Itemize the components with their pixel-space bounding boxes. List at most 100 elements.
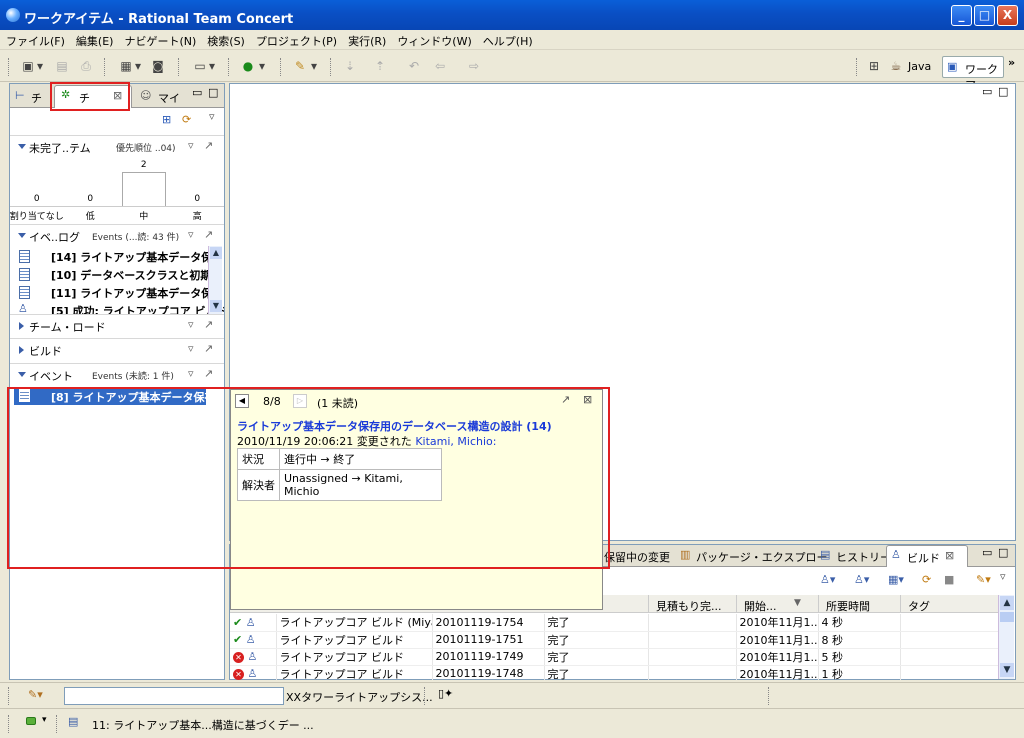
collapsed-icon[interactable] — [19, 322, 24, 330]
column-start[interactable]: 開始... — [744, 598, 777, 614]
stop-icon[interactable]: ■ — [944, 573, 954, 586]
tab-builds[interactable]: ♙ ビルド ⊠ — [886, 545, 968, 567]
table-row[interactable]: ✔ ♙ ライトアップコア ビルド 20101119-1751 完了 2010年1… — [230, 631, 998, 649]
table-row[interactable]: ✕ ♙ ライトアップコア ビルド 20101119-1749 完了 2010年1… — [230, 648, 998, 666]
scroll-down-icon[interactable]: ▼ — [210, 300, 222, 312]
new-workitem-icon[interactable]: ▯✦ — [438, 687, 453, 700]
expand-icon[interactable] — [18, 144, 26, 149]
column-duration[interactable]: 所要時間 — [826, 598, 870, 614]
list-item[interactable]: [10] データベースクラスと初期 — [10, 266, 211, 283]
pen-icon[interactable]: ✎ — [292, 58, 308, 74]
tab-pending-changes[interactable]: 保留中の変更 — [604, 549, 670, 565]
view-menu-icon[interactable]: ▿ — [209, 110, 215, 123]
quick-search-input[interactable] — [64, 687, 284, 705]
maximize-view-icon[interactable]: □ — [208, 86, 218, 99]
scroll-up-icon[interactable]: ▲ — [1000, 596, 1014, 610]
menu-window[interactable]: ウィンドウ(W) — [391, 30, 476, 49]
scroll-down-icon[interactable]: ▼ — [1000, 663, 1014, 677]
section-menu-icon[interactable]: ▿ — [188, 367, 194, 380]
connection-status-icon[interactable] — [26, 717, 36, 725]
section-event-log[interactable]: イベ..ログ Events (...読: 43 件) ▿ ↗ — [10, 224, 224, 246]
workitem-perspective-button[interactable]: ▣ ワークア — [942, 56, 1004, 92]
minimize-view-icon[interactable]: ▭ — [982, 546, 992, 559]
current-workitem-label[interactable]: 11: ライトアップ基本...構造に基づくデー ... — [92, 717, 314, 733]
collapsed-icon[interactable] — [19, 346, 24, 354]
request-build-icon[interactable]: ♙▾ — [820, 573, 835, 586]
view-menu-icon[interactable]: ▿ — [1000, 570, 1006, 583]
maximize-view-icon[interactable]: □ — [998, 546, 1008, 559]
chevron-down-icon[interactable]: ▾ — [36, 58, 44, 74]
chevron-down-icon[interactable]: ▾ — [42, 715, 47, 725]
build-table-scrollbar[interactable]: ▲ ▼ — [998, 595, 1014, 679]
next-annotation-icon[interactable]: ⇣ — [342, 58, 358, 74]
menu-project[interactable]: プロジェクト(P) — [250, 30, 342, 49]
camera-icon[interactable]: ◙ — [150, 58, 166, 74]
minimize-view-icon[interactable]: ▭ — [982, 85, 992, 98]
table-row[interactable]: ✔ ♙ ライトアップコア ビルド (Miyaz... 20101119-1754… — [230, 614, 998, 632]
more-perspectives[interactable]: » — [1008, 56, 1015, 69]
query-icon[interactable]: ▦▾ — [888, 573, 904, 586]
chevron-down-icon[interactable]: ▾ — [208, 58, 216, 74]
minimize-button[interactable]: _ — [951, 5, 972, 26]
menu-help[interactable]: ヘルプ(H) — [477, 30, 538, 49]
list-scrollbar[interactable]: ▲ ▼ — [208, 246, 222, 314]
close-tab-icon[interactable]: ⊠ — [945, 549, 954, 562]
scroll-thumb[interactable] — [1000, 612, 1014, 622]
forward-arrow-icon[interactable]: ⇨ — [466, 58, 482, 74]
pin-icon[interactable]: ✎▾ — [976, 573, 991, 586]
last-edit-icon[interactable]: ↶ — [406, 58, 422, 74]
expand-icon[interactable] — [18, 233, 26, 238]
new-icon[interactable]: ▣ — [20, 58, 36, 74]
chevron-down-icon[interactable]: ▾ — [258, 58, 266, 74]
section-open-icon[interactable]: ↗ — [204, 318, 213, 331]
menu-edit[interactable]: 編集(E) — [70, 30, 119, 49]
run-icon[interactable]: ● — [240, 58, 256, 74]
maximize-view-icon[interactable]: □ — [998, 85, 1008, 98]
maximize-button[interactable]: □ — [974, 5, 995, 26]
section-menu-icon[interactable]: ▿ — [188, 228, 194, 241]
menu-run[interactable]: 実行(R) — [342, 30, 391, 49]
section-open-workitems[interactable]: 未完了..テム 優先順位 ..04) ▿ ↗ — [10, 135, 224, 157]
section-menu-icon[interactable]: ▿ — [188, 342, 194, 355]
section-menu-icon[interactable]: ▿ — [188, 139, 194, 152]
prev-annotation-icon[interactable]: ⇡ — [372, 58, 388, 74]
expand-icon[interactable] — [18, 372, 26, 377]
menu-file[interactable]: ファイル(F) — [0, 30, 70, 49]
table-row[interactable]: ✕ ♙ ライトアップコア ビルド 20101119-1748 完了 2010年1… — [230, 665, 998, 680]
open-perspective-icon[interactable]: ⊞ — [866, 58, 882, 74]
add-section-icon[interactable]: ⊞ — [162, 113, 171, 126]
section-open-icon[interactable]: ↗ — [204, 367, 213, 380]
back-arrow-icon[interactable]: ⇦ — [432, 58, 448, 74]
section-open-icon[interactable]: ↗ — [204, 228, 213, 241]
menu-navigate[interactable]: ナビゲート(N) — [118, 30, 201, 49]
column-estimate[interactable]: 見積もり完... — [656, 598, 722, 614]
close-button[interactable]: X — [997, 5, 1018, 26]
print-icon[interactable]: ⎙ — [78, 58, 94, 74]
menu-search[interactable]: 検索(S) — [201, 30, 250, 49]
list-item[interactable]: [14] ライトアップ基本データ保 — [10, 248, 212, 265]
list-item[interactable]: ♙ [5] 成功: ライトアップコア ビルド — [10, 302, 224, 314]
tab-package-explorer[interactable]: パッケージ・エクスプロー — [696, 549, 827, 565]
console-icon[interactable]: ▭ — [192, 58, 208, 74]
section-menu-icon[interactable]: ▿ — [188, 318, 194, 331]
section-events[interactable]: イベント Events (未読: 1 件) ▿ ↗ — [10, 363, 224, 385]
list-item[interactable]: [11] ライトアップ基本データ保 — [10, 284, 212, 301]
tab-my-work[interactable]: ☺ マイ — [138, 87, 180, 107]
minimize-view-icon[interactable]: ▭ — [192, 86, 202, 99]
tab-team-artifacts[interactable]: ⊢ チ — [13, 87, 45, 107]
save-icon[interactable]: ▤ — [54, 58, 70, 74]
chevron-down-icon[interactable]: ▾ — [134, 58, 142, 74]
new-workitem-icon[interactable]: ▦ — [118, 58, 134, 74]
refresh-icon[interactable]: ⟳ — [182, 113, 191, 126]
tab-history[interactable]: ヒストリー — [836, 549, 891, 565]
column-tag[interactable]: タグ — [908, 598, 930, 614]
section-open-icon[interactable]: ↗ — [204, 139, 213, 152]
workitem-search-icon[interactable]: ✎▾ — [28, 688, 43, 701]
chevron-down-icon[interactable]: ▾ — [310, 58, 318, 74]
section-build[interactable]: ビルド ▿ ↗ — [10, 338, 224, 360]
section-open-icon[interactable]: ↗ — [204, 342, 213, 355]
chart-bar[interactable] — [121, 172, 166, 206]
section-team-load[interactable]: チーム・ロード ▿ ↗ — [10, 314, 224, 336]
build-filter-icon[interactable]: ♙▾ — [854, 573, 869, 586]
java-perspective-label[interactable]: Java — [908, 60, 931, 73]
